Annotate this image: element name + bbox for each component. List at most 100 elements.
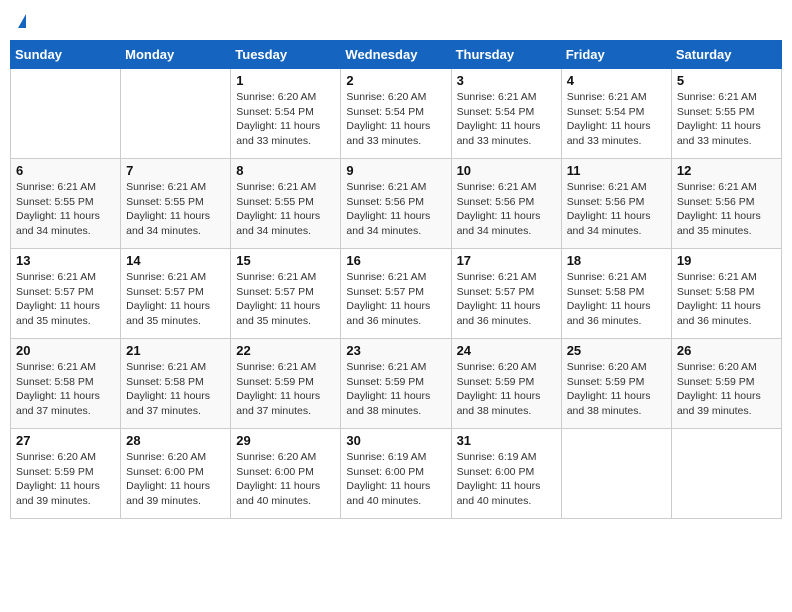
calendar-cell: 19 Sunrise: 6:21 AM Sunset: 5:58 PM Dayli…	[671, 249, 781, 339]
day-info: Sunrise: 6:20 AM Sunset: 5:59 PM Dayligh…	[677, 360, 776, 419]
day-number: 1	[236, 73, 335, 88]
calendar-cell: 12 Sunrise: 6:21 AM Sunset: 5:56 PM Dayli…	[671, 159, 781, 249]
calendar-cell: 4 Sunrise: 6:21 AM Sunset: 5:54 PM Daylig…	[561, 69, 671, 159]
day-number: 9	[346, 163, 445, 178]
calendar-cell: 23 Sunrise: 6:21 AM Sunset: 5:59 PM Dayli…	[341, 339, 451, 429]
calendar-cell: 22Sunrise: 6:21 AM Sunset: 5:59 PM Dayli…	[231, 339, 341, 429]
day-header-tuesday: Tuesday	[231, 41, 341, 69]
day-info: Sunrise: 6:21 AM Sunset: 5:54 PM Dayligh…	[567, 90, 666, 149]
calendar-cell: 3 Sunrise: 6:21 AM Sunset: 5:54 PM Daylig…	[451, 69, 561, 159]
calendar-table: SundayMondayTuesdayWednesdayThursdayFrid…	[10, 40, 782, 519]
day-number: 29	[236, 433, 335, 448]
day-number: 30	[346, 433, 445, 448]
day-info: Sunrise: 6:21 AM Sunset: 5:57 PM Dayligh…	[457, 270, 556, 329]
day-number: 21	[126, 343, 225, 358]
calendar-cell	[671, 429, 781, 519]
calendar-cell: 27 Sunrise: 6:20 AM Sunset: 5:59 PM Dayli…	[11, 429, 121, 519]
day-info: Sunrise: 6:21 AM Sunset: 5:58 PM Dayligh…	[677, 270, 776, 329]
calendar-cell: 18 Sunrise: 6:21 AM Sunset: 5:58 PM Dayli…	[561, 249, 671, 339]
day-number: 27	[16, 433, 115, 448]
calendar-cell: 9Sunrise: 6:21 AM Sunset: 5:56 PM Daylig…	[341, 159, 451, 249]
day-number: 3	[457, 73, 556, 88]
day-number: 5	[677, 73, 776, 88]
day-info: Sunrise: 6:21 AM Sunset: 5:57 PM Dayligh…	[16, 270, 115, 329]
day-info: Sunrise: 6:20 AM Sunset: 5:59 PM Dayligh…	[16, 450, 115, 509]
calendar-cell: 10Sunrise: 6:21 AM Sunset: 5:56 PM Dayli…	[451, 159, 561, 249]
day-info: Sunrise: 6:21 AM Sunset: 5:55 PM Dayligh…	[16, 180, 115, 239]
day-number: 23	[346, 343, 445, 358]
day-number: 12	[677, 163, 776, 178]
calendar-cell: 15Sunrise: 6:21 AM Sunset: 5:57 PM Dayli…	[231, 249, 341, 339]
day-number: 17	[457, 253, 556, 268]
calendar-cell	[561, 429, 671, 519]
day-info: Sunrise: 6:21 AM Sunset: 5:57 PM Dayligh…	[346, 270, 445, 329]
day-info: Sunrise: 6:21 AM Sunset: 5:58 PM Dayligh…	[567, 270, 666, 329]
day-header-wednesday: Wednesday	[341, 41, 451, 69]
calendar-cell: 25 Sunrise: 6:20 AM Sunset: 5:59 PM Dayli…	[561, 339, 671, 429]
day-info: Sunrise: 6:21 AM Sunset: 5:55 PM Dayligh…	[236, 180, 335, 239]
day-number: 8	[236, 163, 335, 178]
week-row-3: 13 Sunrise: 6:21 AM Sunset: 5:57 PM Dayli…	[11, 249, 782, 339]
day-info: Sunrise: 6:21 AM Sunset: 5:59 PM Dayligh…	[346, 360, 445, 419]
day-number: 15	[236, 253, 335, 268]
day-info: Sunrise: 6:21 AM Sunset: 5:55 PM Dayligh…	[677, 90, 776, 149]
day-info: Sunrise: 6:19 AM Sunset: 6:00 PM Dayligh…	[457, 450, 556, 509]
day-header-saturday: Saturday	[671, 41, 781, 69]
day-number: 22	[236, 343, 335, 358]
logo	[16, 14, 26, 28]
day-number: 18	[567, 253, 666, 268]
day-number: 2	[346, 73, 445, 88]
calendar-cell: 8 Sunrise: 6:21 AM Sunset: 5:55 PM Daylig…	[231, 159, 341, 249]
week-row-5: 27 Sunrise: 6:20 AM Sunset: 5:59 PM Dayli…	[11, 429, 782, 519]
calendar-cell: 6Sunrise: 6:21 AM Sunset: 5:55 PM Daylig…	[11, 159, 121, 249]
day-number: 26	[677, 343, 776, 358]
day-number: 4	[567, 73, 666, 88]
week-row-1: 1 Sunrise: 6:20 AM Sunset: 5:54 PM Daylig…	[11, 69, 782, 159]
calendar-cell: 1 Sunrise: 6:20 AM Sunset: 5:54 PM Daylig…	[231, 69, 341, 159]
calendar-cell: 21 Sunrise: 6:21 AM Sunset: 5:58 PM Dayli…	[121, 339, 231, 429]
calendar-cell: 11 Sunrise: 6:21 AM Sunset: 5:56 PM Dayli…	[561, 159, 671, 249]
day-number: 13	[16, 253, 115, 268]
day-number: 19	[677, 253, 776, 268]
calendar-header-row: SundayMondayTuesdayWednesdayThursdayFrid…	[11, 41, 782, 69]
day-info: Sunrise: 6:21 AM Sunset: 5:58 PM Dayligh…	[16, 360, 115, 419]
calendar-cell: 13 Sunrise: 6:21 AM Sunset: 5:57 PM Dayli…	[11, 249, 121, 339]
calendar-cell: 24 Sunrise: 6:20 AM Sunset: 5:59 PM Dayli…	[451, 339, 561, 429]
day-number: 14	[126, 253, 225, 268]
day-number: 16	[346, 253, 445, 268]
day-number: 25	[567, 343, 666, 358]
day-info: Sunrise: 6:21 AM Sunset: 5:54 PM Dayligh…	[457, 90, 556, 149]
day-header-monday: Monday	[121, 41, 231, 69]
week-row-4: 20 Sunrise: 6:21 AM Sunset: 5:58 PM Dayli…	[11, 339, 782, 429]
day-info: Sunrise: 6:20 AM Sunset: 6:00 PM Dayligh…	[126, 450, 225, 509]
day-info: Sunrise: 6:20 AM Sunset: 5:54 PM Dayligh…	[236, 90, 335, 149]
calendar-cell: 20 Sunrise: 6:21 AM Sunset: 5:58 PM Dayli…	[11, 339, 121, 429]
day-info: Sunrise: 6:20 AM Sunset: 5:59 PM Dayligh…	[567, 360, 666, 419]
day-number: 11	[567, 163, 666, 178]
day-number: 28	[126, 433, 225, 448]
day-info: Sunrise: 6:20 AM Sunset: 5:59 PM Dayligh…	[457, 360, 556, 419]
day-info: Sunrise: 6:21 AM Sunset: 5:58 PM Dayligh…	[126, 360, 225, 419]
calendar-cell: 31Sunrise: 6:19 AM Sunset: 6:00 PM Dayli…	[451, 429, 561, 519]
calendar-cell: 30Sunrise: 6:19 AM Sunset: 6:00 PM Dayli…	[341, 429, 451, 519]
week-row-2: 6Sunrise: 6:21 AM Sunset: 5:55 PM Daylig…	[11, 159, 782, 249]
day-info: Sunrise: 6:20 AM Sunset: 5:54 PM Dayligh…	[346, 90, 445, 149]
day-info: Sunrise: 6:21 AM Sunset: 5:57 PM Dayligh…	[126, 270, 225, 329]
day-number: 20	[16, 343, 115, 358]
calendar-cell: 26 Sunrise: 6:20 AM Sunset: 5:59 PM Dayli…	[671, 339, 781, 429]
day-info: Sunrise: 6:21 AM Sunset: 5:56 PM Dayligh…	[457, 180, 556, 239]
calendar-cell: 17 Sunrise: 6:21 AM Sunset: 5:57 PM Dayli…	[451, 249, 561, 339]
day-info: Sunrise: 6:21 AM Sunset: 5:56 PM Dayligh…	[677, 180, 776, 239]
calendar-cell: 29 Sunrise: 6:20 AM Sunset: 6:00 PM Dayli…	[231, 429, 341, 519]
day-header-friday: Friday	[561, 41, 671, 69]
day-info: Sunrise: 6:20 AM Sunset: 6:00 PM Dayligh…	[236, 450, 335, 509]
calendar-cell	[121, 69, 231, 159]
calendar-cell: 14 Sunrise: 6:21 AM Sunset: 5:57 PM Dayli…	[121, 249, 231, 339]
day-header-thursday: Thursday	[451, 41, 561, 69]
day-number: 24	[457, 343, 556, 358]
page-header	[10, 10, 782, 32]
calendar-cell: 28 Sunrise: 6:20 AM Sunset: 6:00 PM Dayli…	[121, 429, 231, 519]
day-info: Sunrise: 6:21 AM Sunset: 5:56 PM Dayligh…	[567, 180, 666, 239]
day-header-sunday: Sunday	[11, 41, 121, 69]
calendar-cell: 5 Sunrise: 6:21 AM Sunset: 5:55 PM Daylig…	[671, 69, 781, 159]
